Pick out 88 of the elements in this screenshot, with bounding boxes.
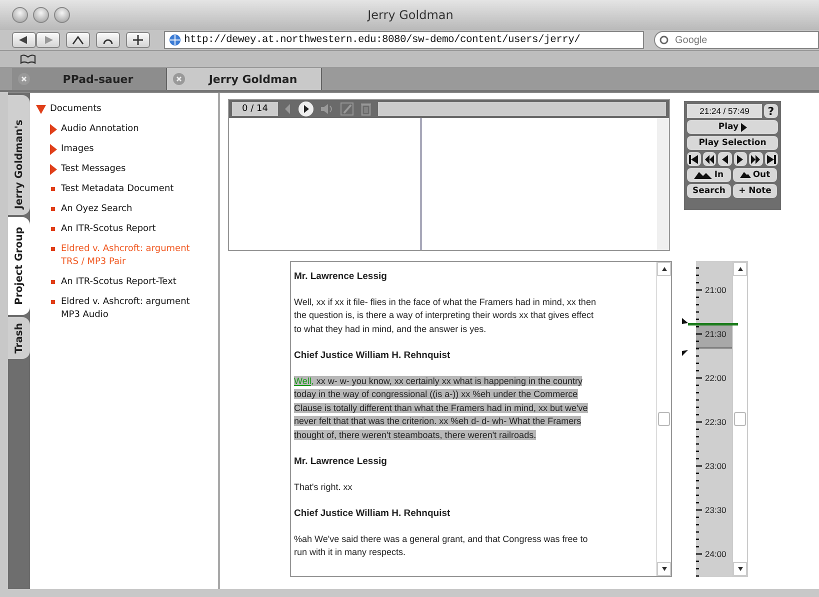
close-window-button[interactable] — [12, 7, 28, 23]
browser-tab[interactable]: PPad-sauer — [12, 68, 167, 90]
rewind-icon — [704, 154, 714, 164]
back-arrow-icon — [19, 36, 29, 44]
speaker-name: Chief Justice William H. Rehnquist — [294, 349, 452, 362]
help-button[interactable]: ? — [764, 104, 778, 118]
fast-forward-icon — [751, 154, 760, 164]
house-icon — [72, 35, 84, 45]
tree-item[interactable]: An Oyez Search — [61, 203, 191, 216]
play-arrow-icon — [740, 122, 747, 132]
time-label: 21:00 — [705, 285, 726, 295]
scroll-thumb[interactable] — [658, 412, 670, 426]
scroll-down-icon[interactable] — [738, 567, 742, 571]
forward-arrow-icon — [43, 36, 53, 44]
globe-icon — [169, 34, 181, 46]
time-label: 23:30 — [705, 505, 726, 515]
scrollbar[interactable] — [732, 261, 748, 577]
fast-forward-button[interactable] — [749, 152, 762, 166]
tree-item[interactable]: Eldred v. Ashcroft: argument MP3 Audio — [61, 296, 191, 322]
add-bookmark-button[interactable] — [126, 32, 150, 48]
scroll-down-icon[interactable] — [662, 567, 666, 571]
collapsed-triangle-icon[interactable] — [50, 164, 57, 175]
home-button[interactable] — [66, 32, 90, 48]
speech-text: Well, xx w- w- you know, xx certainly xx what is happening in the country today in the way of congressional ((is a-)) xx %eh under the Commerce Clause is totally different than what the Framers had in mind, xx but we've never felt that that was the criterion. xx %eh d- d- wh- What the Framers thought of, there weren't steamboats, there weren't railroads. — [294, 374, 589, 442]
plus-icon — [133, 35, 143, 45]
step-forward-icon — [737, 154, 744, 164]
speech-text: That's right. xx — [294, 480, 354, 494]
play-selection-button[interactable]: Play Selection — [687, 136, 778, 150]
speaker-name: Chief Justice William H. Rehnquist — [294, 507, 452, 520]
play-button[interactable]: Play — [687, 120, 778, 134]
speech-text: %ah We've said there was a general grant, and that Congress was free to run with it in many respects. — [294, 532, 589, 559]
minimize-window-button[interactable] — [33, 7, 49, 23]
scroll-thumb[interactable] — [734, 412, 746, 426]
time-label: 21:30 — [705, 329, 726, 339]
tree-item[interactable]: Test Metadata Document — [61, 183, 191, 196]
time-label: 22:30 — [705, 417, 726, 427]
close-tab-icon[interactable] — [18, 73, 30, 85]
tree-item[interactable]: An ITR-Scotus Report-Text — [61, 276, 191, 289]
zoom-in-button[interactable]: In — [687, 168, 731, 182]
scrollbar[interactable] — [656, 262, 671, 576]
step-back-icon — [722, 154, 728, 164]
tree-item[interactable]: Test Messages — [61, 163, 191, 176]
browser-tab[interactable]: Jerry Goldman — [167, 68, 322, 90]
step-forward-button[interactable] — [734, 152, 747, 166]
time-display: 21:24 / 57:49 — [687, 104, 762, 118]
tree-item[interactable]: Images — [61, 143, 191, 156]
mountains-icon — [694, 172, 712, 178]
rewind-button[interactable] — [702, 152, 716, 166]
tab-label: PPad-sauer — [62, 72, 134, 86]
time-label: 22:00 — [705, 373, 726, 383]
side-tab[interactable]: Project Group — [8, 217, 30, 315]
skip-to-start-icon — [689, 154, 698, 164]
back-button[interactable] — [12, 32, 36, 48]
time-label: 23:00 — [705, 461, 726, 471]
side-tab[interactable]: Trash — [8, 316, 30, 360]
zoom-out-button[interactable]: Out — [733, 168, 777, 182]
zoom-window-button[interactable] — [54, 7, 70, 23]
scroll-up-icon[interactable] — [738, 267, 742, 271]
search-button[interactable]: Search — [687, 184, 731, 198]
skip-to-end-button[interactable] — [764, 152, 778, 166]
address-field[interactable]: http://dewey.at.northwestern.edu:8080/sw-demo/content/users/jerry/ — [164, 31, 644, 49]
search-icon — [659, 35, 671, 45]
tree-item[interactable]: Documents — [50, 103, 180, 116]
speaker-name: Mr. Lawrence Lessig — [294, 270, 388, 284]
skip-to-start-button[interactable] — [687, 152, 700, 166]
collapsed-triangle-icon[interactable] — [50, 124, 57, 135]
tab-label: Jerry Goldman — [207, 72, 298, 86]
page-counter: 0 / 14 — [232, 102, 278, 116]
tree-item[interactable]: An ITR-Scotus Report — [61, 223, 191, 236]
reload-button[interactable] — [96, 32, 120, 48]
window-title: Jerry Goldman — [366, 8, 454, 22]
add-note-button[interactable]: + Note — [733, 184, 777, 198]
scroll-up-icon[interactable] — [662, 267, 666, 271]
speech-text: Well, xx if xx it file- flies in the face of what the Framers had in mind, xx then the question is, is there a way of interpreting their words xx that gives effect to what they had in mind, and the answer is yes. — [294, 296, 597, 336]
selection-range-drawing[interactable] — [682, 318, 740, 358]
speaker-name: Mr. Lawrence Lessig — [294, 455, 388, 468]
step-back-button[interactable] — [718, 152, 732, 166]
close-tab-icon[interactable] — [173, 73, 185, 85]
bookmarks-book-icon[interactable] — [20, 54, 36, 64]
tree-item[interactable]: Audio Annotation — [61, 123, 191, 136]
mountain-icon — [740, 172, 751, 178]
time-label: 24:00 — [705, 549, 726, 559]
expanded-triangle-icon[interactable] — [36, 105, 46, 114]
search-field[interactable]: Google — [654, 31, 819, 49]
play-icon[interactable] — [298, 101, 314, 117]
side-tab[interactable]: Jerry Goldman's — [8, 95, 30, 215]
skip-to-end-icon — [766, 154, 776, 164]
collapsed-triangle-icon[interactable] — [50, 144, 57, 155]
